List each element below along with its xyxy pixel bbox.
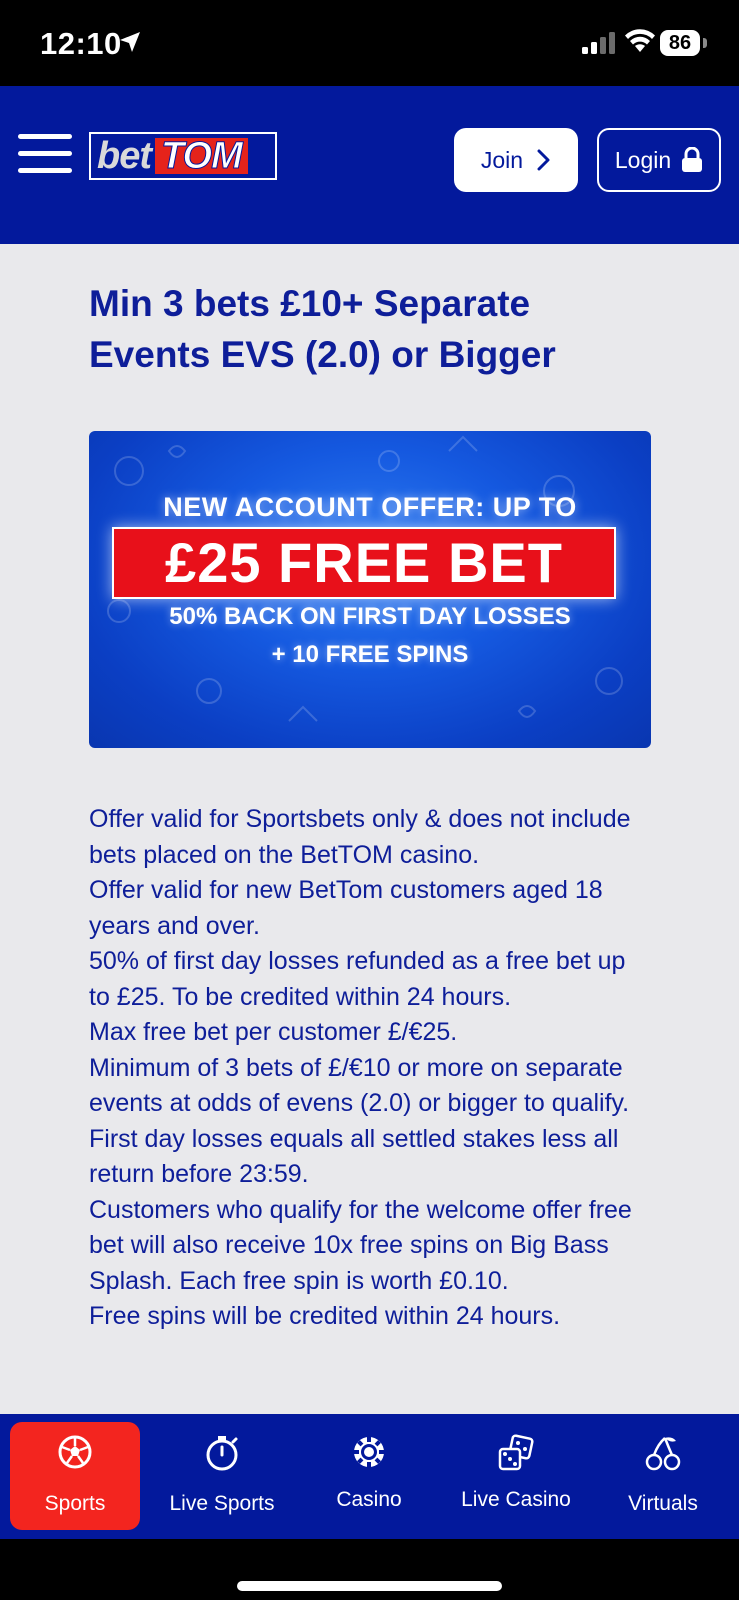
term-item: Free spins will be credited within 24 ho… [89,1302,561,1330]
logo-tom-text: TOM [155,137,248,176]
cellular-signal-icon [582,32,615,54]
nav-live-sports-label: Live Sports [169,1492,275,1515]
join-label: Join [480,146,524,173]
main-content: Min 3 bets £10+ Separate Events EVS (2.0… [89,244,651,1335]
location-arrow-icon [120,32,140,52]
nav-virtuals-label: Virtuals [628,1492,698,1515]
lock-icon [682,147,703,172]
soccer-ball-icon [58,1435,92,1469]
login-button[interactable]: Login [597,128,721,192]
join-button[interactable]: Join [454,128,578,192]
term-item: Customers who qualify for the welcome of… [89,1195,632,1295]
term-item: Minimum of 3 bets of £/€10 or more on se… [89,1053,630,1118]
logo-bet-text: bet [97,135,152,177]
nav-sports-label: Sports [44,1492,106,1515]
banner-free-spins-text: + 10 FREE SPINS [271,641,469,668]
banner-cashback-text: 50% BACK ON FIRST DAY LOSSES [169,603,571,630]
nav-virtuals[interactable]: Virtuals [598,1422,728,1530]
nav-live-casino-label: Live Casino [461,1488,571,1511]
nav-casino[interactable]: Casino [304,1422,434,1530]
stopwatch-icon [206,1436,238,1471]
app-header: bet TOM Join Login [0,86,739,244]
cherries-icon [645,1437,681,1471]
nav-live-sports[interactable]: Live Sports [157,1422,287,1530]
hamburger-menu-icon[interactable] [18,134,72,174]
term-item: Offer valid for Sportsbets only & does n… [89,805,631,869]
term-item: 50% of first day losses refunded as a fr… [89,947,626,1011]
banner-headline: NEW ACCOUNT OFFER: UP TO [163,492,577,522]
term-item: Offer valid for new BetTom customers age… [89,876,603,940]
promo-banner[interactable]: NEW ACCOUNT OFFER: UP TO £25 FREE BET 50… [89,431,651,748]
wifi-icon [625,29,655,52]
chevron-right-icon [537,149,550,171]
nav-live-casino[interactable]: Live Casino [451,1422,581,1530]
dice-icon [498,1434,534,1471]
banner-free-bet: £25 FREE BET [112,527,616,599]
casino-chip-icon [354,1437,384,1467]
term-item: First day losses equals all settled stak… [89,1124,619,1189]
status-bar: 12:10 86 [0,0,739,86]
status-time: 12:10 [40,26,122,61]
nav-sports[interactable]: Sports [10,1422,140,1530]
offer-terms: Offer valid for Sportsbets only & does n… [89,802,651,1335]
battery-indicator: 86 [660,30,700,56]
home-indicator[interactable] [237,1581,502,1591]
page-title: Min 3 bets £10+ Separate Events EVS (2.0… [89,283,556,375]
login-label: Login [614,146,672,173]
nav-casino-label: Casino [336,1488,402,1511]
term-item: Max free bet per customer £/€25. [89,1018,458,1046]
battery-nub [703,38,707,48]
bottom-navigation: Sports Live Sports Casino Live Casino Vi… [0,1414,739,1539]
bettom-logo[interactable]: bet TOM [89,132,277,180]
